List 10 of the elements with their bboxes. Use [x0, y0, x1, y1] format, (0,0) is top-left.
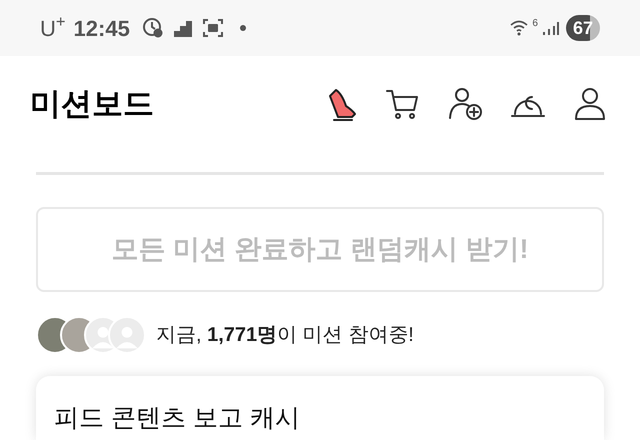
- alarm-clock-icon: [142, 17, 164, 39]
- signal-icon: [542, 20, 560, 36]
- screenshot-icon: [202, 18, 224, 38]
- participant-count-text: 지금, 1,771명이 미션 참여중!: [156, 323, 414, 348]
- page-title: 미션보드: [30, 84, 154, 123]
- clock-time: 12:45: [74, 14, 130, 42]
- steps-icon: [174, 19, 192, 37]
- carrier-label: U$^{+}$: [40, 12, 66, 42]
- network-type-label: 6: [532, 16, 538, 30]
- card-title: 피드 콘텐츠 보고 캐시: [54, 404, 300, 432]
